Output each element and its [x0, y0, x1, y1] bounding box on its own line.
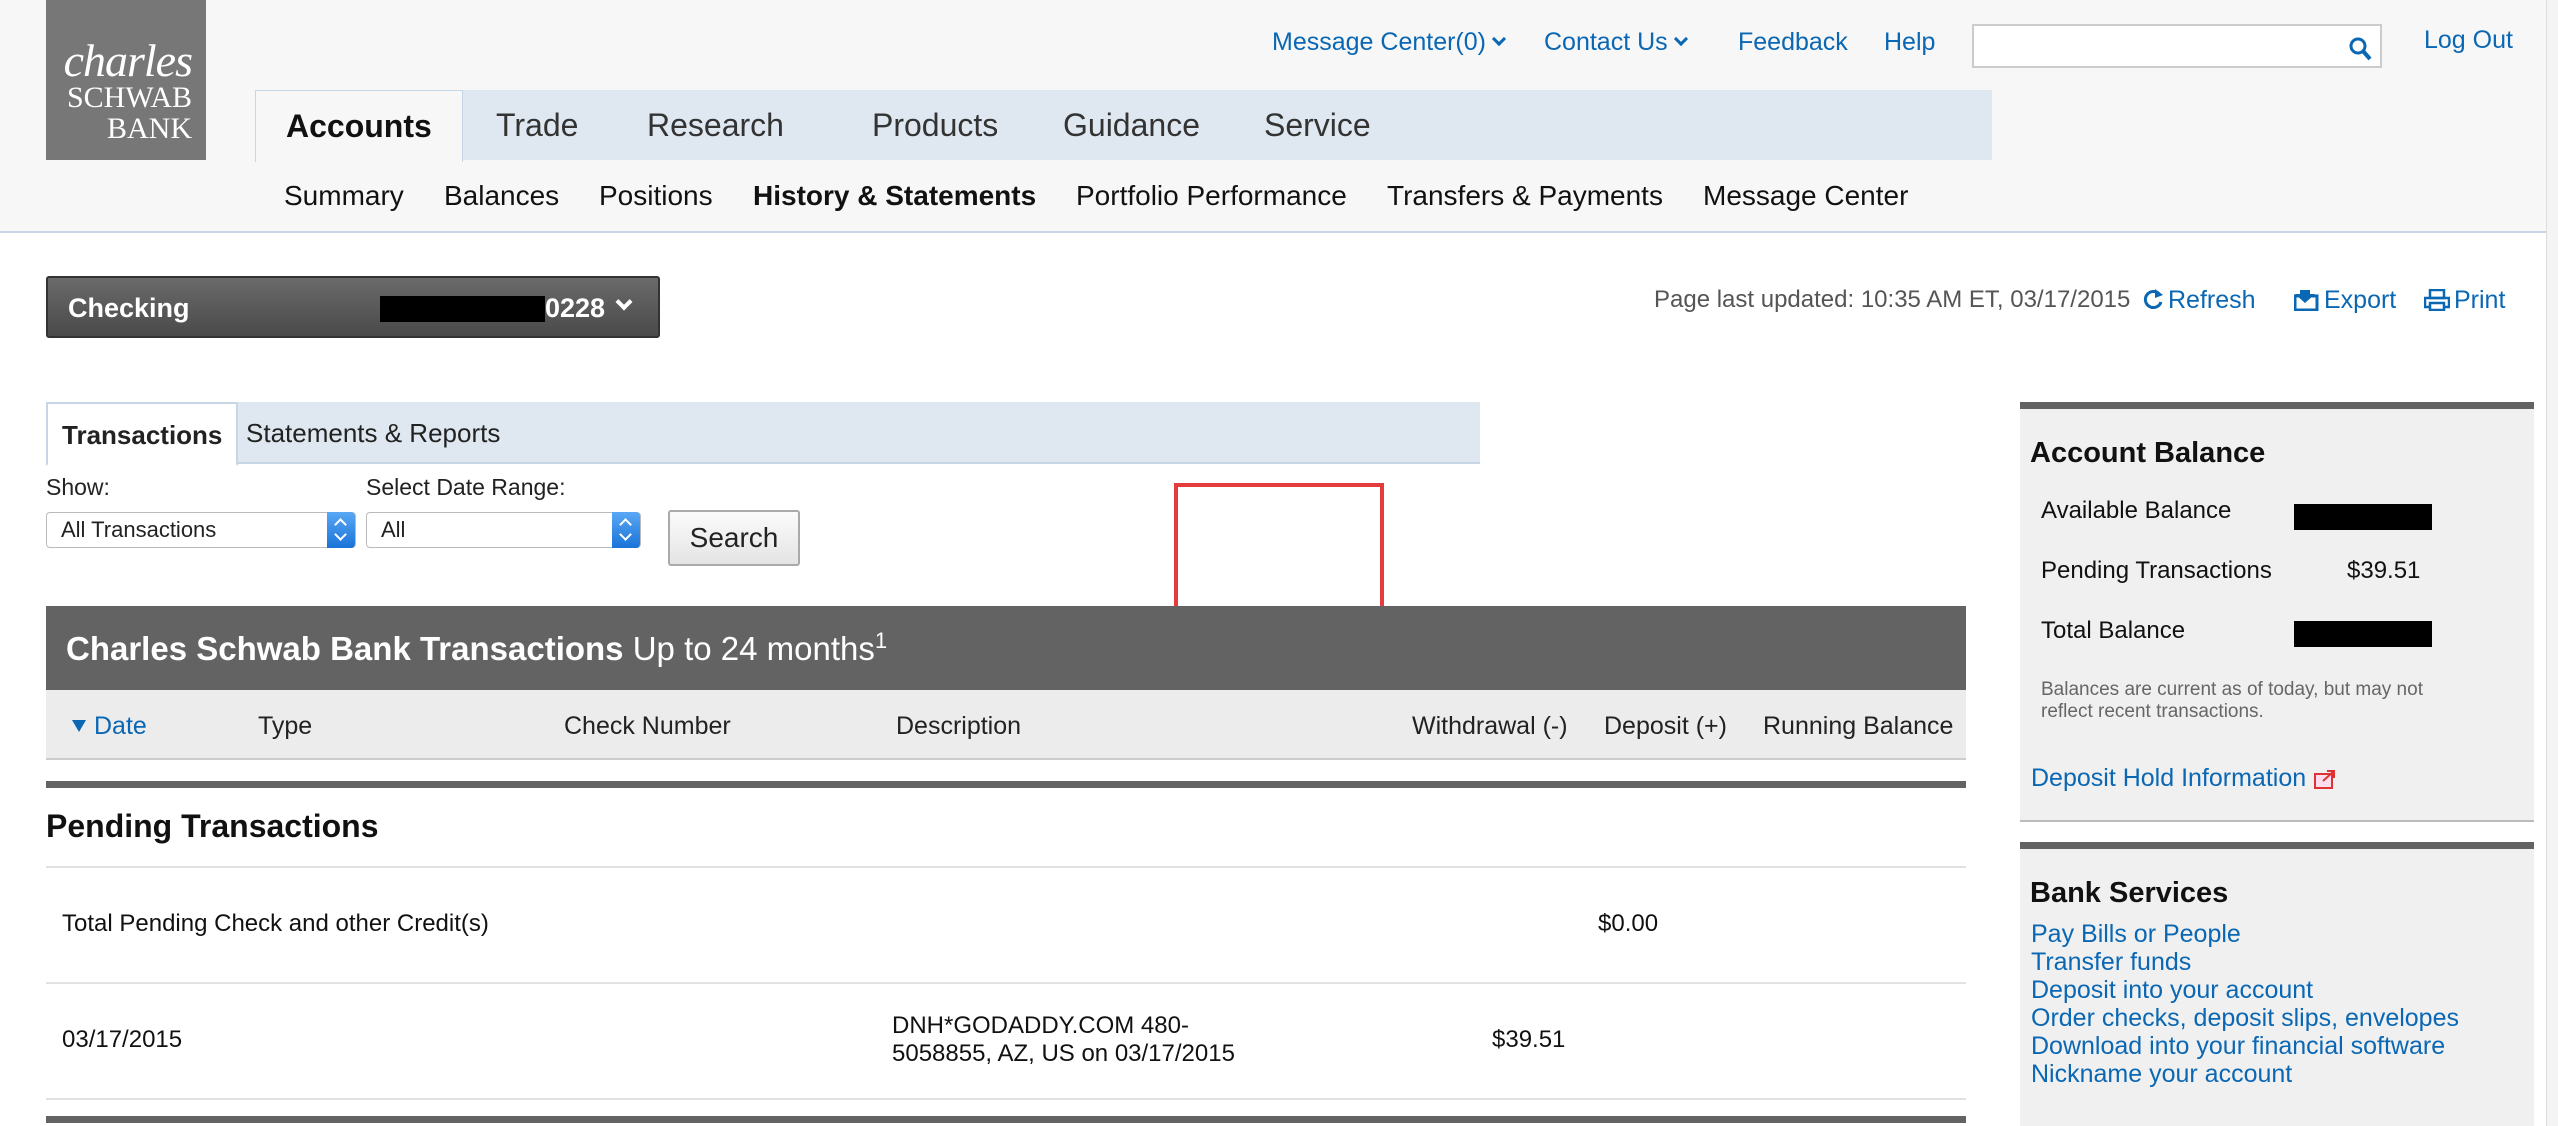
- tab-products[interactable]: Products: [842, 90, 1028, 160]
- search-button[interactable]: Search: [668, 510, 800, 566]
- subnav-portfolio-performance[interactable]: Portfolio Performance: [1076, 180, 1347, 212]
- row-date: 03/17/2015: [62, 1026, 183, 1053]
- pending-total-amount: $0.00: [1598, 910, 1659, 937]
- tab-statements-reports[interactable]: Statements & Reports: [232, 402, 514, 464]
- feedback-link[interactable]: Feedback: [1738, 28, 1848, 57]
- pending-transactions-title: Pending Transactions: [46, 808, 379, 844]
- subnav-history-statements[interactable]: History & Statements: [753, 180, 1036, 212]
- tab-research[interactable]: Research: [617, 90, 814, 160]
- subnav-message-center[interactable]: Message Center: [1703, 180, 1908, 212]
- deposit-link[interactable]: Deposit into your account: [2031, 976, 2313, 1005]
- tab-service[interactable]: Service: [1234, 90, 1401, 160]
- account-selector[interactable]: Checking 0228: [46, 276, 660, 338]
- subnav-balances[interactable]: Balances: [444, 180, 559, 212]
- print-icon: [2423, 288, 2451, 312]
- export-link[interactable]: Export: [2293, 286, 2396, 315]
- column-date[interactable]: Date: [72, 712, 147, 741]
- sidebar-divider: [2020, 820, 2534, 822]
- row-divider: [46, 866, 1966, 868]
- pending-transactions-label: Pending Transactions: [2041, 557, 2272, 584]
- help-link[interactable]: Help: [1884, 28, 1935, 57]
- bank-services-title: Bank Services: [2030, 877, 2229, 909]
- popup-window-icon: [2314, 770, 2336, 789]
- chevron-down-icon: [1491, 31, 1507, 47]
- account-balance-panel: Account Balance Available Balance Pendin…: [2020, 402, 2534, 820]
- history-tabs: Transactions Statements & Reports: [46, 402, 1480, 466]
- row-divider: [46, 1098, 1966, 1100]
- transactions-header: Charles Schwab Bank Transactions Up to 2…: [46, 606, 1966, 690]
- deposit-hold-link[interactable]: Deposit Hold Information: [2031, 764, 2337, 793]
- column-withdrawal: Withdrawal (-): [1412, 712, 1568, 740]
- balance-note: Balances are current as of today, but ma…: [2041, 679, 2423, 722]
- show-select[interactable]: All Transactions: [46, 512, 356, 548]
- row-divider: [46, 982, 1966, 984]
- table-column-headers: Date Type Check Number Description Withd…: [46, 690, 1966, 760]
- subnav-transfers-payments[interactable]: Transfers & Payments: [1387, 180, 1663, 212]
- nickname-account-link[interactable]: Nickname your account: [2031, 1060, 2292, 1089]
- site-search: [1972, 24, 2382, 68]
- date-range-select[interactable]: All: [366, 512, 641, 548]
- section-divider: [46, 1116, 1966, 1123]
- column-description: Description: [896, 712, 1022, 740]
- column-check-number: Check Number: [564, 712, 731, 740]
- refresh-link[interactable]: Refresh: [2142, 286, 2256, 315]
- select-arrows-icon: [327, 512, 355, 548]
- chevron-down-icon: [1673, 31, 1688, 47]
- tab-accounts[interactable]: Accounts: [255, 90, 463, 162]
- total-balance-label: Total Balance: [2041, 617, 2186, 644]
- tab-guidance[interactable]: Guidance: [1033, 90, 1230, 160]
- subnav-summary[interactable]: Summary: [284, 180, 404, 212]
- available-balance-label: Available Balance: [2041, 497, 2232, 524]
- select-arrows-icon: [612, 512, 640, 548]
- contact-us-link[interactable]: Contact Us: [1544, 28, 1688, 57]
- column-deposit: Deposit (+): [1604, 712, 1727, 740]
- sort-descending-icon: [72, 720, 86, 732]
- show-label: Show:: [46, 474, 110, 500]
- pending-transactions-value: $39.51: [2347, 557, 2421, 584]
- charles-schwab-bank-logo[interactable]: charles SCHWAB BANK: [46, 0, 206, 160]
- section-divider: [46, 781, 1966, 788]
- message-center-link[interactable]: Message Center(0): [1272, 28, 1507, 57]
- row-description: DNH*GODADDY.COM 480- 5058855, AZ, US on …: [892, 1012, 1235, 1067]
- subnav-positions[interactable]: Positions: [599, 180, 713, 212]
- search-input[interactable]: [1974, 26, 2334, 66]
- tab-trade[interactable]: Trade: [466, 90, 608, 160]
- pending-total-label: Total Pending Check and other Credit(s): [62, 910, 489, 937]
- column-running-balance: Running Balance: [1763, 712, 1954, 740]
- logout-link[interactable]: Log Out: [2424, 26, 2513, 55]
- transfer-funds-link[interactable]: Transfer funds: [2031, 948, 2191, 977]
- print-link[interactable]: Print: [2423, 286, 2505, 315]
- redacted-available-balance: [2294, 504, 2432, 530]
- redacted-total-balance: [2294, 621, 2432, 647]
- window-edge: [2546, 0, 2558, 1126]
- redacted-account-number: [380, 296, 545, 322]
- pay-bills-link[interactable]: Pay Bills or People: [2031, 920, 2241, 949]
- site-header: charles SCHWAB BANK Message Center(0) Co…: [0, 0, 2558, 233]
- page-last-updated: Page last updated: 10:35 AM ET, 03/17/20…: [1654, 286, 2131, 313]
- tab-transactions[interactable]: Transactions: [46, 402, 239, 466]
- chevron-down-icon: [615, 293, 633, 311]
- export-icon: [2293, 290, 2319, 312]
- column-type: Type: [258, 712, 313, 740]
- refresh-icon: [2143, 289, 2163, 309]
- download-software-link[interactable]: Download into your financial software: [2031, 1032, 2445, 1061]
- account-balance-title: Account Balance: [2030, 437, 2266, 469]
- row-withdrawal: $39.51: [1492, 1026, 1566, 1053]
- footnote-marker[interactable]: 1: [875, 628, 887, 653]
- primary-nav: Accounts Trade Research Products Guidanc…: [255, 90, 1992, 162]
- order-checks-link[interactable]: Order checks, deposit slips, envelopes: [2031, 1004, 2459, 1033]
- date-range-label: Select Date Range:: [366, 474, 566, 500]
- search-icon[interactable]: [2348, 36, 2372, 62]
